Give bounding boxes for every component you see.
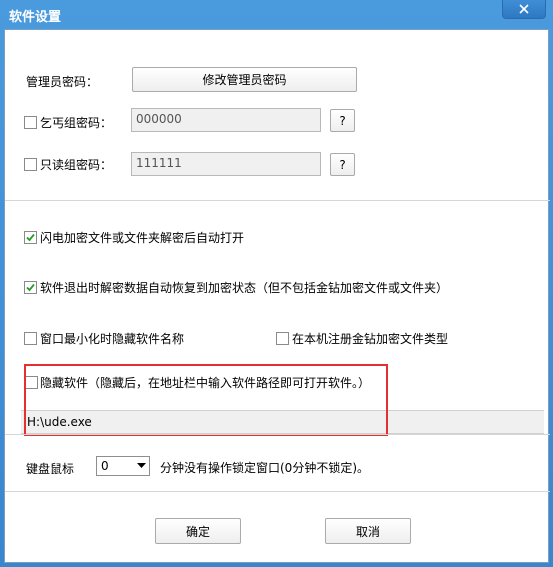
readonly-group-label: 只读组密码： [40, 158, 113, 172]
register-type-label: 在本机注册金钻加密文件类型 [292, 332, 449, 346]
separator [5, 491, 550, 492]
beggar-group-password-field[interactable]: 000000 [131, 108, 321, 132]
readonly-group-checkbox[interactable] [24, 158, 37, 171]
chevron-down-icon [137, 463, 146, 468]
highlight-box [24, 364, 388, 436]
flash-open-checkbox[interactable] [24, 231, 37, 244]
close-button[interactable] [502, 0, 546, 19]
window-title: 软件设置 [9, 10, 62, 25]
ok-button[interactable]: 确定 [155, 518, 241, 544]
change-admin-password-button[interactable]: 修改管理员密码 [132, 67, 357, 92]
cancel-button[interactable]: 取消 [325, 518, 411, 544]
restore-on-exit-checkbox[interactable] [24, 281, 37, 294]
register-type-checkbox[interactable] [276, 332, 289, 345]
hide-name-minimized-label: 窗口最小化时隐藏软件名称 [40, 332, 185, 346]
lock-minutes-value: 0 [101, 459, 109, 473]
beggar-group-help-button[interactable]: ? [330, 109, 355, 132]
readonly-group-help-button[interactable]: ? [330, 153, 355, 176]
lock-minutes-select[interactable]: 0 [96, 456, 150, 476]
separator [5, 434, 550, 435]
checkmark-icon [26, 233, 35, 242]
title-bar[interactable]: 软件设置 [0, 0, 553, 28]
settings-panel: 管理员密码： 修改管理员密码 乞丐组密码： 000000 ? 只读组密码： 11… [4, 29, 550, 563]
beggar-group-label: 乞丐组密码： [40, 116, 113, 130]
hide-name-minimized-checkbox[interactable] [24, 332, 37, 345]
readonly-group-password-field[interactable]: 111111 [131, 152, 321, 176]
lock-description: 分钟没有操作锁定窗口(0分钟不锁定)。 [160, 461, 369, 475]
flash-open-label: 闪电加密文件或文件夹解密后自动打开 [40, 231, 245, 245]
separator [5, 200, 550, 201]
admin-password-label: 管理员密码： [26, 75, 99, 89]
close-icon [519, 4, 529, 14]
restore-on-exit-label: 软件退出时解密数据自动恢复到加密状态（但不包括金钻加密文件或文件夹） [40, 281, 449, 295]
lock-label: 键盘鼠标 [26, 462, 75, 476]
settings-window: 软件设置 管理员密码： 修改管理员密码 乞丐组密码： 000000 ? 只读组密… [0, 0, 553, 567]
beggar-group-checkbox[interactable] [24, 116, 37, 129]
checkmark-icon [26, 283, 35, 292]
